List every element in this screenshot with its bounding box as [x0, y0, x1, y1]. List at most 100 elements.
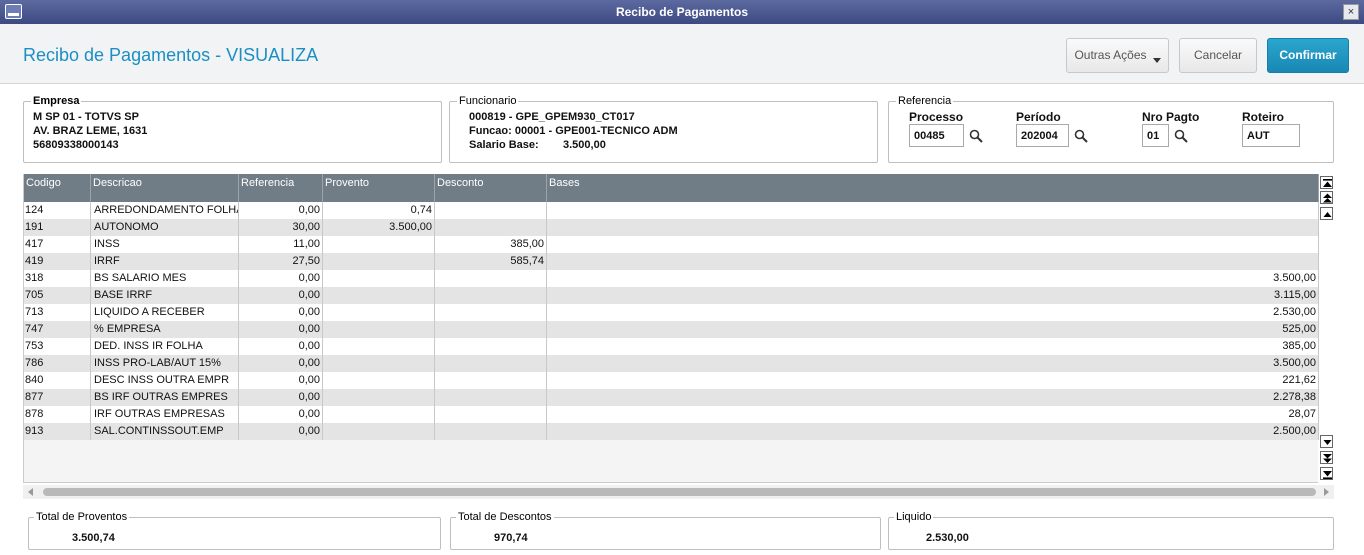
- table-row[interactable]: 747% EMPRESA 0,00 525,00: [24, 321, 1319, 338]
- funcionario-funcao: Funcao: 00001 - GPE001-TECNICO ADM: [469, 125, 678, 137]
- funcionario-panel: Funcionario 000819 - GPE_GPEM930_CT017 F…: [449, 95, 878, 163]
- roteiro-input[interactable]: AUT: [1242, 124, 1300, 147]
- table-cell: 753: [24, 338, 91, 355]
- liquido-panel: Liquido 2.530,00: [888, 511, 1334, 550]
- table-cell: [435, 270, 547, 287]
- table-cell: 786: [24, 355, 91, 372]
- window-titlebar: Recibo de Pagamentos ×: [0, 0, 1364, 24]
- table-cell: 0,00: [239, 321, 323, 338]
- table-cell: [323, 304, 435, 321]
- column-header[interactable]: Codigo: [24, 174, 91, 202]
- processo-search-icon[interactable]: [969, 129, 983, 143]
- table-row[interactable]: 713 LIQUIDO A RECEBER 0,00 2.530,00: [24, 304, 1319, 321]
- table-cell: [435, 406, 547, 423]
- close-icon[interactable]: ×: [1343, 4, 1359, 20]
- periodo-input[interactable]: 202004: [1016, 124, 1069, 147]
- column-header[interactable]: Referencia: [239, 174, 323, 202]
- nro-pagto-input[interactable]: 01: [1142, 124, 1169, 147]
- table-cell: 840: [24, 372, 91, 389]
- referencia-panel: Referencia Processo 00485 Período 202004…: [888, 95, 1334, 163]
- scroll-left-icon[interactable]: [28, 488, 33, 496]
- scroll-up-icon[interactable]: [1320, 207, 1333, 220]
- table-cell: [323, 270, 435, 287]
- scroll-bottom-icon[interactable]: [1320, 467, 1333, 480]
- table-cell: [547, 236, 1319, 253]
- total-proventos-label: Total de Proventos: [34, 511, 130, 523]
- scroll-top-icon[interactable]: [1320, 176, 1333, 189]
- table-cell: IRRF: [91, 253, 239, 270]
- table-row[interactable]: 191 AUTONOMO 30,00 3.500,00: [24, 219, 1319, 236]
- grid-vertical-scrollbar[interactable]: [1319, 174, 1334, 483]
- liquido-value: 2.530,00: [926, 532, 969, 544]
- page-header: Recibo de Pagamentos - VISUALIZA Outras …: [0, 24, 1364, 84]
- table-cell: 3.500,00: [547, 355, 1319, 372]
- roteiro-label: Roteiro: [1242, 110, 1284, 124]
- funcionario-legend: Funcionario: [457, 95, 519, 107]
- total-proventos-panel: Total de Proventos 3.500,74: [28, 511, 441, 550]
- table-cell: INSS: [91, 236, 239, 253]
- table-cell: 585,74: [435, 253, 547, 270]
- table-cell: [435, 321, 547, 338]
- periodo-search-icon[interactable]: [1074, 129, 1088, 143]
- verbas-grid: Codigo Descricao Referencia Provento Descont…: [23, 174, 1319, 483]
- total-descontos-label: Total de Descontos: [456, 511, 554, 523]
- column-header[interactable]: Descricao: [91, 174, 239, 202]
- processo-input[interactable]: 00485: [909, 124, 964, 147]
- table-row[interactable]: 753 DED. INSS IR FOLHA 0,00 385,00: [24, 338, 1319, 355]
- nro-pagto-search-icon[interactable]: [1174, 129, 1188, 143]
- table-row[interactable]: 877 BS IRF OUTRAS EMPRES 0,00 2.278,38: [24, 389, 1319, 406]
- funcionario-id: 000819 - GPE_GPEM930_CT017: [469, 111, 635, 123]
- cancel-button[interactable]: Cancelar: [1179, 38, 1257, 73]
- table-cell: 747: [24, 321, 91, 338]
- scroll-down-icon[interactable]: [1320, 435, 1333, 448]
- scroll-page-up-icon[interactable]: [1320, 191, 1333, 204]
- page-title: Recibo de Pagamentos - VISUALIZA: [23, 45, 319, 65]
- table-row[interactable]: 318 BS SALARIO MES 0,00 3.500,00: [24, 270, 1319, 287]
- table-row[interactable]: 705 BASE IRRF 0,00 3.115,00: [24, 287, 1319, 304]
- empresa-legend: Empresa: [31, 95, 82, 107]
- grid-horizontal-scrollbar[interactable]: [23, 485, 1334, 499]
- table-cell: 11,00: [239, 236, 323, 253]
- table-cell: SAL.CONTINSSOUT.EMP: [91, 423, 239, 440]
- table-cell: 0,00: [239, 304, 323, 321]
- table-cell: 913: [24, 423, 91, 440]
- table-row[interactable]: 417 INSS 11,00 385,00: [24, 236, 1319, 253]
- grid-header: Codigo Descricao Referencia Provento Descont…: [24, 174, 1319, 202]
- table-cell: 0,00: [239, 202, 323, 219]
- empresa-cnpj: 56809338000143: [33, 139, 119, 151]
- empresa-address: AV. BRAZ LEME, 1631: [33, 125, 148, 137]
- table-row[interactable]: 786 INSS PRO-LAB/AUT 15% 0,00 3.500,00: [24, 355, 1319, 372]
- table-cell: LIQUIDO A RECEBER: [91, 304, 239, 321]
- column-header[interactable]: Desconto: [435, 174, 547, 202]
- table-row[interactable]: 124 ARREDONDAMENTO FOLHA 0,00 0,74: [24, 202, 1319, 219]
- column-header[interactable]: Bases: [547, 174, 1319, 202]
- table-cell: 385,00: [435, 236, 547, 253]
- table-cell: [323, 406, 435, 423]
- table-cell: [435, 287, 547, 304]
- confirm-button[interactable]: Confirmar: [1267, 38, 1349, 73]
- total-proventos-value: 3.500,74: [72, 532, 115, 544]
- table-cell: [547, 202, 1319, 219]
- table-cell: 0,00: [239, 287, 323, 304]
- scroll-thumb[interactable]: [43, 488, 1316, 496]
- table-cell: [323, 389, 435, 406]
- scroll-right-icon[interactable]: [1324, 488, 1329, 496]
- table-cell: 878: [24, 406, 91, 423]
- table-row[interactable]: 878 IRF OUTRAS EMPRESAS 0,00 28,07: [24, 406, 1319, 423]
- table-cell: BS IRF OUTRAS EMPRES: [91, 389, 239, 406]
- table-row[interactable]: 913 SAL.CONTINSSOUT.EMP 0,00 2.500,00: [24, 423, 1319, 440]
- column-header[interactable]: Provento: [323, 174, 435, 202]
- table-cell: 0,74: [323, 202, 435, 219]
- scroll-page-down-icon[interactable]: [1320, 451, 1333, 464]
- table-cell: 2.530,00: [547, 304, 1319, 321]
- table-cell: [323, 355, 435, 372]
- table-row[interactable]: 840 DESC INSS OUTRA EMPR 0,00 221,62: [24, 372, 1319, 389]
- table-row[interactable]: 419 IRRF 27,50 585,74: [24, 253, 1319, 270]
- table-cell: 0,00: [239, 406, 323, 423]
- table-cell: 525,00: [547, 321, 1319, 338]
- table-cell: 3.115,00: [547, 287, 1319, 304]
- outras-acoes-button[interactable]: Outras Ações: [1066, 38, 1169, 73]
- table-cell: [435, 202, 547, 219]
- table-cell: % EMPRESA: [91, 321, 239, 338]
- total-descontos-value: 970,74: [494, 532, 528, 544]
